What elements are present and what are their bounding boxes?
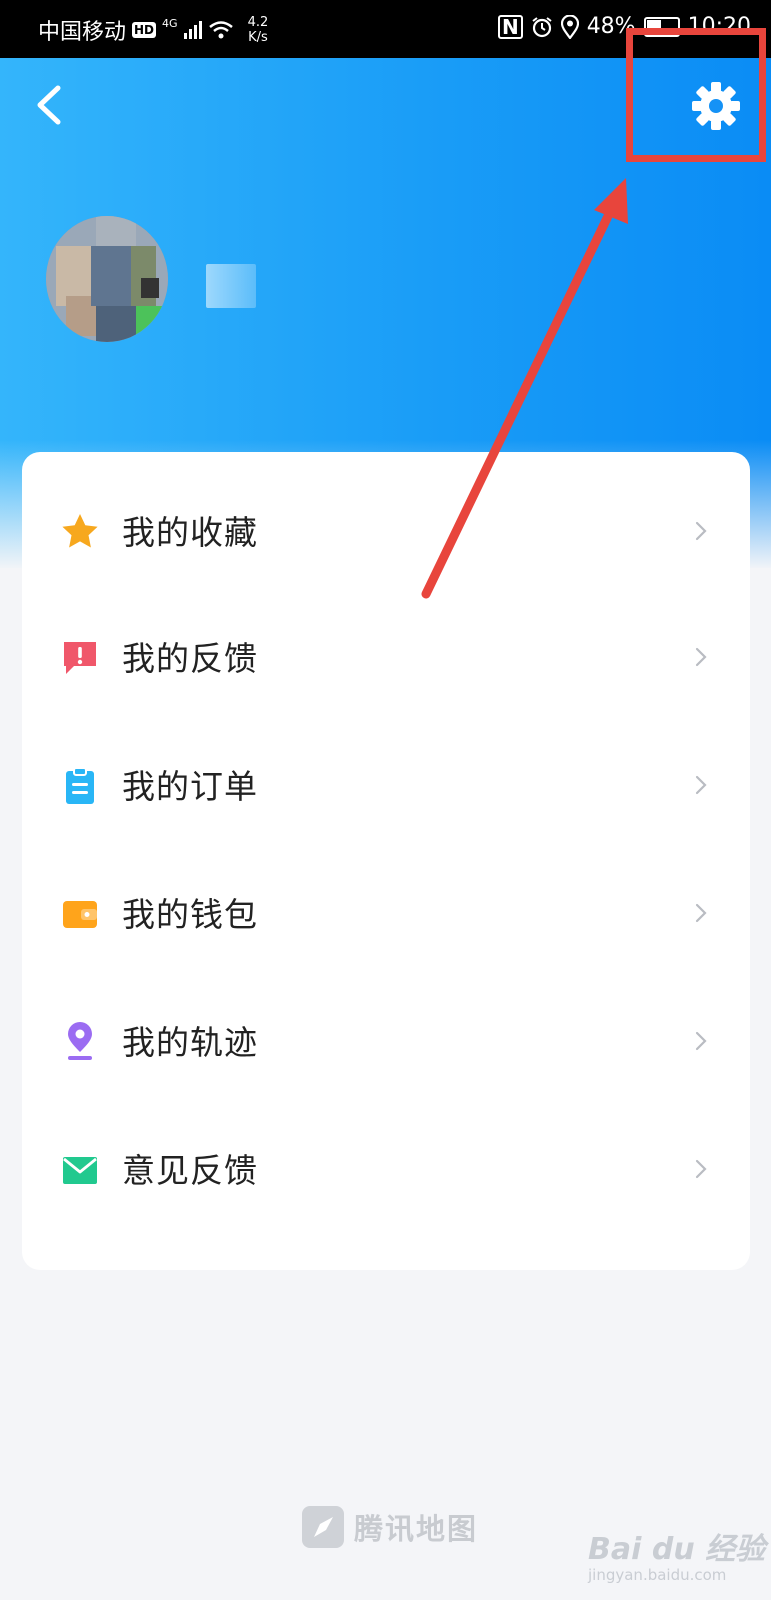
compass-icon xyxy=(302,1506,344,1548)
speed-unit: K/s xyxy=(248,30,268,45)
star-icon xyxy=(62,514,98,548)
watermark-sub: jingyan.baidu.com xyxy=(588,1566,727,1584)
settings-highlight-box xyxy=(626,28,766,162)
menu-card: 我的收藏 我的反馈 我的订单 我的钱包 我的轨迹 意见反馈 xyxy=(22,452,750,1270)
chevron-right-icon xyxy=(695,1031,707,1051)
status-bar-left: 中国移动 HD 4G 4.2 K/s xyxy=(38,14,268,46)
menu-item-favorites[interactable]: 我的收藏 xyxy=(22,468,750,596)
watermark: Bai du 经验 jingyan.baidu.com xyxy=(588,1524,765,1584)
chevron-right-icon xyxy=(695,903,707,923)
speed-value: 4.2 xyxy=(247,15,269,30)
menu-item-suggestions[interactable]: 意见反馈 xyxy=(22,1106,750,1234)
hd-badge: HD xyxy=(132,22,157,38)
back-arrow-icon[interactable] xyxy=(30,80,70,130)
menu-item-my-feedback[interactable]: 我的反馈 xyxy=(22,594,750,722)
menu-item-label: 意见反馈 xyxy=(122,1151,258,1190)
clipboard-icon xyxy=(66,767,94,804)
footer-logo: 腾讯地图 xyxy=(302,1506,478,1548)
chevron-right-icon xyxy=(695,521,707,541)
location-pin-icon xyxy=(68,1022,92,1060)
menu-item-track[interactable]: 我的轨迹 xyxy=(22,978,750,1106)
envelope-icon xyxy=(63,1157,97,1184)
watermark-main: Bai du 经验 xyxy=(588,1532,766,1567)
menu-item-label: 我的钱包 xyxy=(122,895,258,934)
app-name: 腾讯地图 xyxy=(354,1512,479,1546)
network-speed: 4.2 K/s xyxy=(248,15,269,45)
wallet-icon xyxy=(63,901,97,928)
carrier-label: 中国移动 xyxy=(38,20,127,45)
menu-item-label: 我的轨迹 xyxy=(122,1023,258,1062)
menu-item-orders[interactable]: 我的订单 xyxy=(22,722,750,850)
menu-item-label: 我的订单 xyxy=(122,767,258,806)
menu-item-label: 我的反馈 xyxy=(122,639,258,678)
alarm-icon xyxy=(532,16,552,37)
location-icon xyxy=(560,14,579,39)
avatar[interactable] xyxy=(46,216,168,342)
chevron-right-icon xyxy=(695,647,707,667)
wifi-icon xyxy=(208,21,233,39)
network-type: 4G xyxy=(162,16,178,30)
username-blurred xyxy=(206,264,256,308)
menu-item-wallet[interactable]: 我的钱包 xyxy=(22,850,750,978)
nfc-icon: N xyxy=(497,14,523,39)
signal-icon xyxy=(183,21,202,39)
feedback-alert-icon xyxy=(64,642,96,674)
chevron-right-icon xyxy=(695,775,707,795)
chevron-right-icon xyxy=(695,1159,707,1179)
menu-item-label: 我的收藏 xyxy=(122,513,258,552)
